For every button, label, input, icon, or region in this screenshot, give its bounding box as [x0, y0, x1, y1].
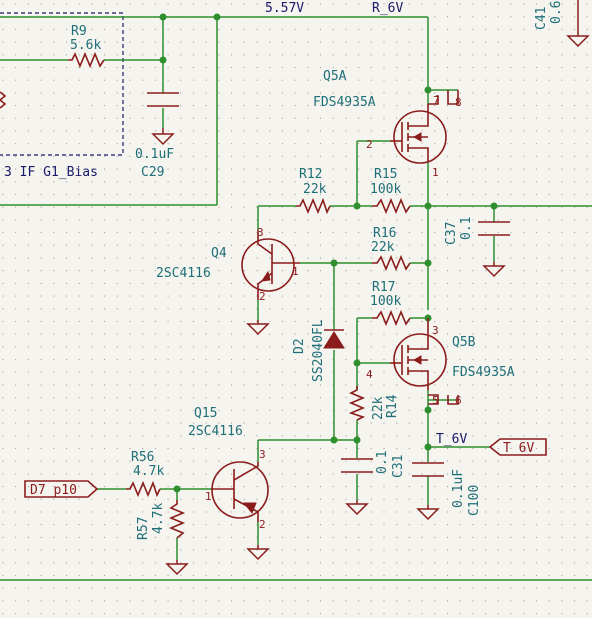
r12-ref: R12 [299, 167, 322, 182]
schematic-canvas: 3 IF G1_Bias 5.57V R_6V T_6V T_6V D7_p10… [0, 0, 592, 618]
q5a-pin-7: 7 [433, 94, 440, 107]
sheet-label: 3 IF G1_Bias [4, 165, 98, 180]
net-label-t6v[interactable]: T_6V [436, 432, 467, 447]
c100-value: 0.1uF [451, 469, 466, 508]
q5b-pin-6: 6 [455, 394, 462, 407]
d2-ref: D2 [292, 338, 307, 354]
q4-value: 2SC4116 [156, 266, 211, 281]
q4-ref: Q4 [211, 246, 227, 261]
r17-value: 100k [370, 294, 401, 309]
grid-background [0, 0, 592, 618]
q15-pin-3: 3 [259, 448, 266, 461]
q15-ref: Q15 [194, 406, 217, 421]
c37-ref: C37 [444, 222, 459, 245]
r15-value: 100k [370, 182, 401, 197]
r57-value: 4.7k [151, 503, 166, 534]
q15-pin-1: 1 [205, 490, 212, 503]
global-label-d7-text: D7_p10 [30, 483, 77, 498]
c31-ref: C31 [391, 455, 406, 478]
c41-ref: C41 [534, 7, 549, 30]
r9-ref: R9 [71, 24, 87, 39]
r12-value: 22k [303, 182, 327, 197]
r14-ref: R14 [385, 394, 400, 418]
c37-value: 0.1 [459, 217, 474, 240]
q5b-value: FDS4935A [452, 365, 515, 380]
q15-pin-2: 2 [259, 518, 266, 531]
q5b-ref: Q5B [452, 335, 476, 350]
q5b-pin-3: 3 [432, 324, 439, 337]
q5a-pin-1: 1 [432, 166, 439, 179]
r14-value: 22k [371, 396, 386, 420]
c41-value: 0.6 [549, 1, 564, 24]
q5a-ref: Q5A [323, 69, 347, 84]
r17-ref: R17 [372, 280, 395, 295]
d2-value: SS2040FL [311, 319, 326, 382]
q5b-pin-5: 5 [432, 394, 439, 407]
q4-pin-1: 1 [292, 265, 299, 278]
global-label-t6v-text: T_6V [503, 441, 534, 456]
r9-value: 5.6k [70, 38, 101, 53]
c29-ref: C29 [141, 165, 164, 180]
c100-ref: C100 [467, 485, 482, 516]
r15-ref: R15 [374, 167, 397, 182]
c31-value: 0.1 [375, 451, 390, 474]
q4-pin-3: 3 [257, 226, 264, 239]
net-label-5v57[interactable]: 5.57V [265, 1, 304, 16]
r16-ref: R16 [373, 226, 396, 241]
c29-value: 0.1uF [135, 147, 174, 162]
q5a-value: FDS4935A [313, 95, 376, 110]
r56-value: 4.7k [133, 464, 164, 479]
q5a-pin-2: 2 [366, 138, 373, 151]
r57-ref: R57 [136, 517, 151, 540]
q15-value: 2SC4116 [188, 424, 243, 439]
net-label-r6v[interactable]: R_6V [372, 1, 403, 16]
q5b-pin-4: 4 [366, 368, 373, 381]
r56-ref: R56 [131, 450, 154, 465]
q4-pin-2: 2 [259, 290, 266, 303]
r16-value: 22k [371, 240, 395, 255]
